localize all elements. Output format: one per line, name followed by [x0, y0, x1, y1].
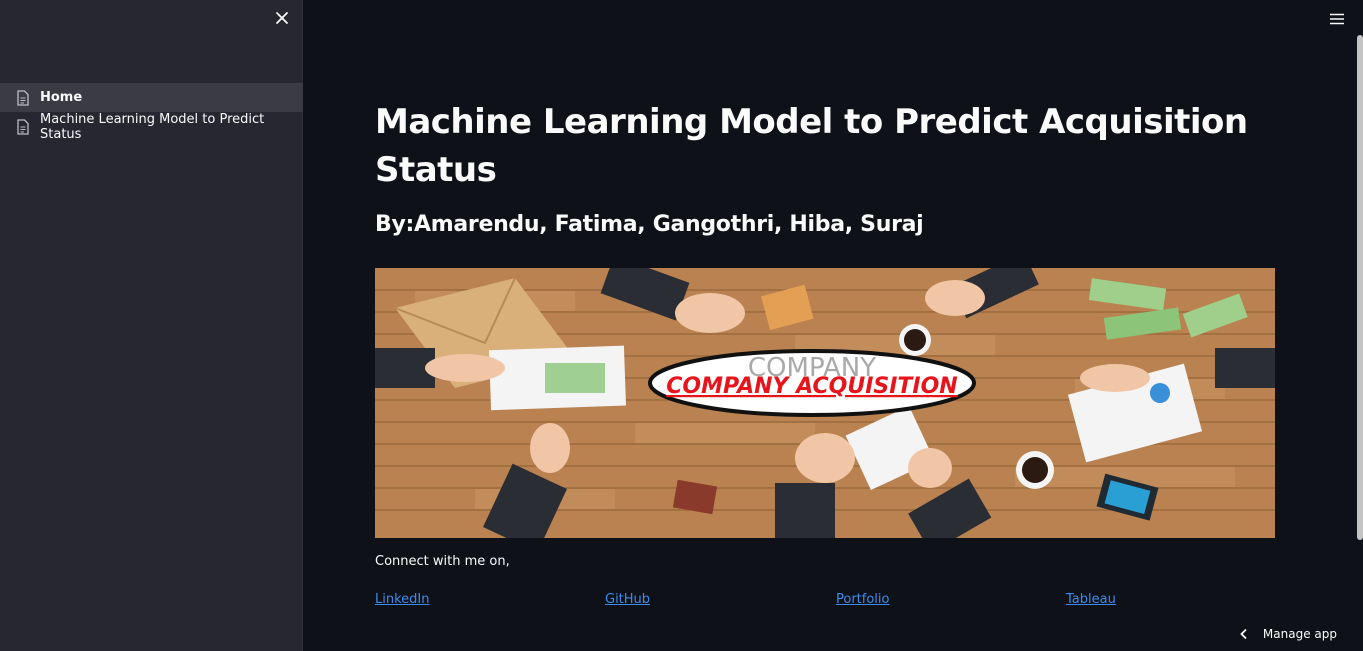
social-links: LinkedIn GitHub Portfolio Tableau: [375, 592, 1275, 612]
app-root: Home Machine Learning Model to Predict S…: [0, 0, 1363, 651]
linkedin-link[interactable]: LinkedIn: [375, 592, 429, 607]
manage-app-label: Manage app: [1262, 627, 1337, 641]
close-icon[interactable]: [274, 10, 290, 26]
manage-app-button[interactable]: Manage app: [1239, 627, 1337, 641]
tableau-link[interactable]: Tableau: [1066, 592, 1116, 607]
page-title: Machine Learning Model to Predict Acquis…: [375, 102, 1248, 190]
sidebar-nav: Home Machine Learning Model to Predict S…: [0, 83, 303, 142]
connect-text: Connect with me on,: [375, 554, 510, 569]
menu-icon[interactable]: [1329, 11, 1345, 25]
scrollbar[interactable]: [1357, 35, 1363, 540]
main-content: Machine Learning Model to Predict Acquis…: [375, 98, 1275, 607]
github-link[interactable]: GitHub: [605, 592, 650, 607]
portfolio-link[interactable]: Portfolio: [836, 592, 889, 607]
sidebar-item-home[interactable]: Home: [0, 83, 303, 112]
authors-subtitle: By:Amarendu, Fatima, Gangothri, Hiba, Su…: [375, 212, 924, 237]
sidebar: Home Machine Learning Model to Predict S…: [0, 0, 303, 651]
document-icon: [17, 89, 29, 106]
document-icon: [17, 118, 29, 135]
hero-banner-text: COMPANY ACQUISITION: [666, 374, 957, 399]
sidebar-item-label: Home: [40, 90, 83, 105]
chevron-left-icon: [1240, 628, 1247, 640]
hero-image: COMPANY COMPANY ACQUISITION: [375, 268, 1275, 538]
sidebar-item-label: Machine Learning Model to Predict Status: [40, 111, 265, 142]
sidebar-item-ml-model[interactable]: Machine Learning Model to Predict Status: [0, 111, 303, 142]
